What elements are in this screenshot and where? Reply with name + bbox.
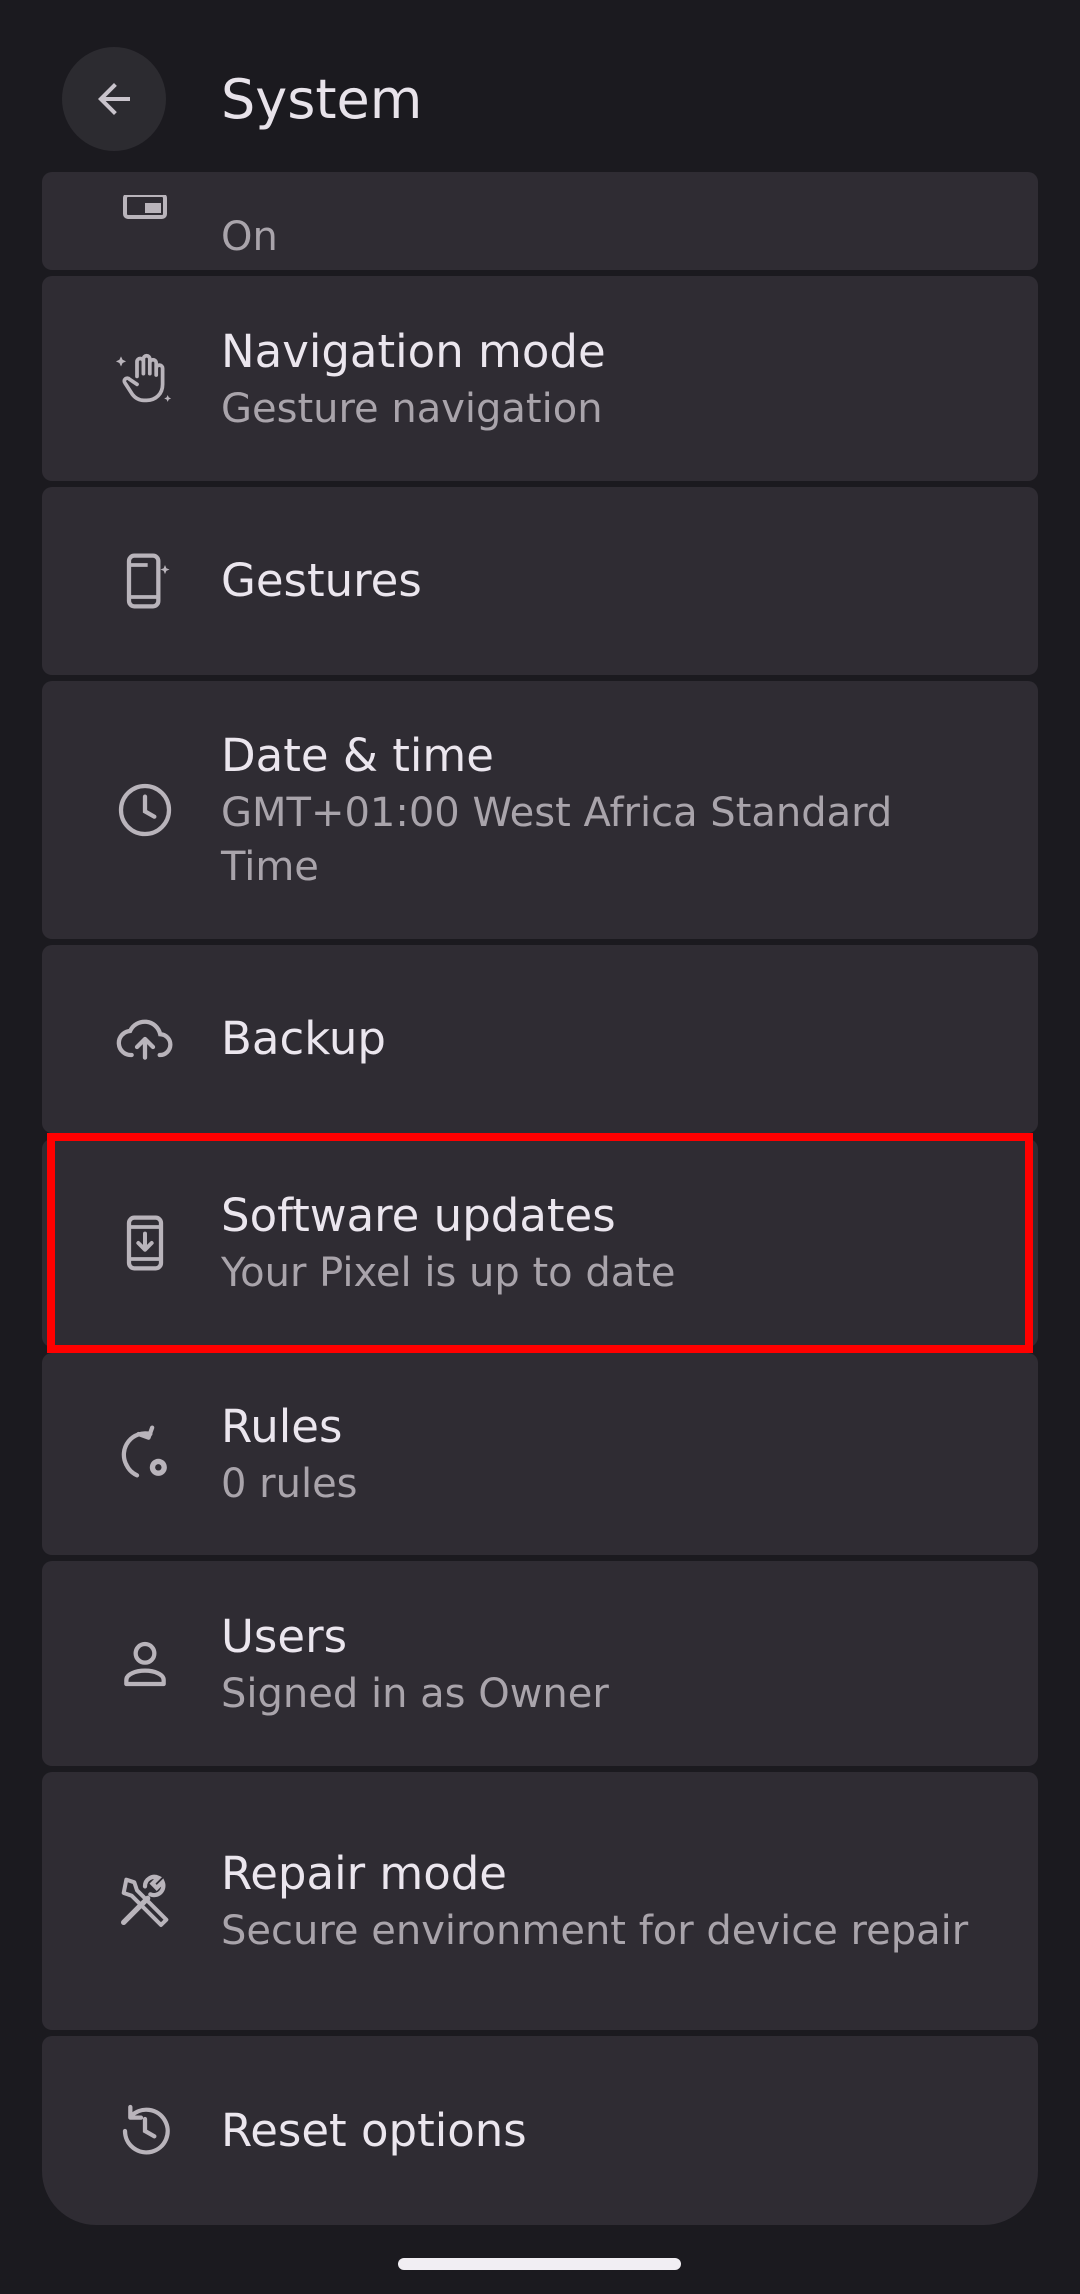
list-item-date-time[interactable]: Date & time GMT+01:00 West Africa Standa…	[42, 681, 1038, 939]
history-icon	[113, 2099, 177, 2163]
item-title: Navigation mode	[221, 324, 606, 378]
list-item-navigation-mode[interactable]: Navigation mode Gesture navigation	[42, 276, 1038, 481]
phone-download-icon	[113, 1211, 177, 1275]
list-item-reset-options[interactable]: Reset options	[42, 2036, 1038, 2225]
item-subtitle: Secure environment for device repair	[221, 1908, 969, 1954]
item-subtitle: Gesture navigation	[221, 385, 603, 432]
item-title: Date & time	[221, 729, 494, 782]
rules-cycle-icon	[113, 1422, 177, 1486]
list-item-repair-mode[interactable]: Repair mode Secure environment for devic…	[42, 1772, 1038, 2030]
back-button[interactable]	[62, 47, 166, 151]
clock-icon	[113, 778, 177, 842]
item-title: Software updates	[221, 1189, 616, 1242]
list-item-software-updates[interactable]: Software updates Your Pixel is up to dat…	[42, 1139, 1038, 1347]
item-subtitle: 0 rules	[221, 1461, 358, 1507]
item-title: Gestures	[221, 554, 422, 607]
item-title: Repair mode	[221, 1847, 507, 1900]
gesture-hand-icon	[113, 347, 177, 411]
item-subtitle: On	[221, 214, 278, 260]
list-item-rules[interactable]: Rules 0 rules	[42, 1353, 1038, 1555]
person-icon	[113, 1632, 177, 1696]
item-title: Reset options	[221, 2103, 527, 2157]
item-subtitle: GMT+01:00 West Africa Standard Time	[221, 790, 893, 890]
item-title: Rules	[221, 1400, 343, 1453]
item-subtitle: Your Pixel is up to date	[221, 1250, 676, 1296]
item-title: Users	[221, 1609, 348, 1663]
item-title: Backup	[221, 1012, 386, 1065]
repair-tools-icon	[113, 1869, 177, 1933]
arrow-back-icon	[90, 75, 138, 123]
page-title: System	[221, 68, 423, 131]
phone-sparkle-icon	[113, 549, 177, 613]
cloud-upload-icon	[113, 1007, 177, 1071]
top-app-bar: System	[0, 0, 1080, 172]
list-item-backup[interactable]: Backup	[42, 945, 1038, 1133]
screen-cast-icon	[113, 178, 177, 242]
item-subtitle: Signed in as Owner	[221, 1670, 609, 1717]
home-gesture-bar[interactable]	[398, 2258, 681, 2270]
list-item-gestures[interactable]: Gestures	[42, 487, 1038, 675]
list-item-users[interactable]: Users Signed in as Owner	[42, 1561, 1038, 1766]
list-item-cast[interactable]: On	[42, 172, 1038, 270]
